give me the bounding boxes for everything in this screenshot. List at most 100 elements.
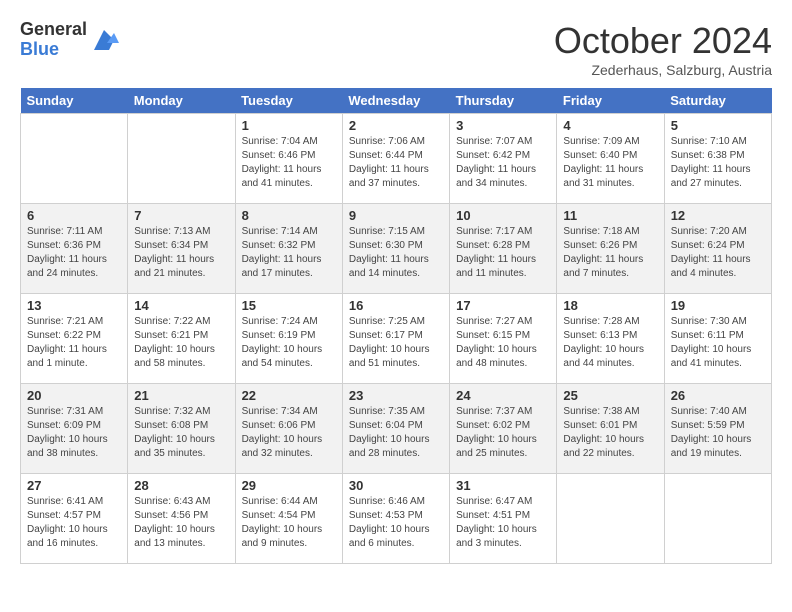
calendar-cell: 9 Sunrise: 7:15 AMSunset: 6:30 PMDaylight…	[342, 204, 449, 294]
calendar-cell	[128, 114, 235, 204]
day-info: Sunrise: 7:40 AMSunset: 5:59 PMDaylight:…	[671, 405, 765, 461]
day-info: Sunrise: 7:31 AMSunset: 6:09 PMDaylight:…	[27, 405, 121, 461]
day-number: 27	[27, 478, 121, 493]
day-info: Sunrise: 7:09 AMSunset: 6:40 PMDaylight:…	[563, 135, 657, 191]
day-number: 3	[456, 118, 550, 133]
day-number: 24	[456, 388, 550, 403]
day-number: 28	[134, 478, 228, 493]
location: Zederhaus, Salzburg, Austria	[554, 62, 772, 78]
calendar-cell: 12 Sunrise: 7:20 AMSunset: 6:24 PMDayligh…	[664, 204, 771, 294]
calendar-header-row: SundayMondayTuesdayWednesdayThursdayFrid…	[21, 88, 772, 114]
calendar-week-5: 27 Sunrise: 6:41 AMSunset: 4:57 PMDayligh…	[21, 474, 772, 564]
calendar-cell: 7 Sunrise: 7:13 AMSunset: 6:34 PMDaylight…	[128, 204, 235, 294]
day-info: Sunrise: 7:25 AMSunset: 6:17 PMDaylight:…	[349, 315, 443, 371]
day-info: Sunrise: 7:37 AMSunset: 6:02 PMDaylight:…	[456, 405, 550, 461]
day-number: 2	[349, 118, 443, 133]
calendar-cell	[664, 474, 771, 564]
day-info: Sunrise: 6:41 AMSunset: 4:57 PMDaylight:…	[27, 495, 121, 551]
title-area: October 2024 Zederhaus, Salzburg, Austri…	[554, 20, 772, 78]
day-info: Sunrise: 7:22 AMSunset: 6:21 PMDaylight:…	[134, 315, 228, 371]
calendar-cell: 13 Sunrise: 7:21 AMSunset: 6:22 PMDayligh…	[21, 294, 128, 384]
day-number: 8	[242, 208, 336, 223]
calendar-cell: 10 Sunrise: 7:17 AMSunset: 6:28 PMDayligh…	[450, 204, 557, 294]
calendar-cell: 2 Sunrise: 7:06 AMSunset: 6:44 PMDaylight…	[342, 114, 449, 204]
day-number: 11	[563, 208, 657, 223]
day-header-tuesday: Tuesday	[235, 88, 342, 114]
day-info: Sunrise: 7:07 AMSunset: 6:42 PMDaylight:…	[456, 135, 550, 191]
calendar-cell: 4Sunrise: 7:09 AMSunset: 6:40 PMDaylight…	[557, 114, 664, 204]
day-info: Sunrise: 6:43 AMSunset: 4:56 PMDaylight:…	[134, 495, 228, 551]
calendar-cell: 16 Sunrise: 7:25 AMSunset: 6:17 PMDayligh…	[342, 294, 449, 384]
day-number: 16	[349, 298, 443, 313]
calendar-cell: 15Sunrise: 7:24 AMSunset: 6:19 PMDayligh…	[235, 294, 342, 384]
day-number: 13	[27, 298, 121, 313]
day-info: Sunrise: 7:04 AMSunset: 6:46 PMDaylight:…	[242, 135, 336, 191]
calendar-cell: 22 Sunrise: 7:34 AMSunset: 6:06 PMDayligh…	[235, 384, 342, 474]
day-info: Sunrise: 7:11 AMSunset: 6:36 PMDaylight:…	[27, 225, 121, 281]
logo: General Blue	[20, 20, 119, 60]
day-info: Sunrise: 7:32 AMSunset: 6:08 PMDaylight:…	[134, 405, 228, 461]
day-number: 17	[456, 298, 550, 313]
day-info: Sunrise: 7:21 AMSunset: 6:22 PMDaylight:…	[27, 315, 121, 371]
day-number: 29	[242, 478, 336, 493]
day-info: Sunrise: 7:34 AMSunset: 6:06 PMDaylight:…	[242, 405, 336, 461]
day-number: 1	[242, 118, 336, 133]
logo-general: General	[20, 20, 87, 40]
month-title: October 2024	[554, 20, 772, 62]
day-number: 23	[349, 388, 443, 403]
day-info: Sunrise: 7:28 AMSunset: 6:13 PMDaylight:…	[563, 315, 657, 371]
calendar-cell: 11 Sunrise: 7:18 AMSunset: 6:26 PMDayligh…	[557, 204, 664, 294]
day-info: Sunrise: 7:17 AMSunset: 6:28 PMDaylight:…	[456, 225, 550, 281]
day-info: Sunrise: 6:46 AMSunset: 4:53 PMDaylight:…	[349, 495, 443, 551]
day-info: Sunrise: 7:06 AMSunset: 6:44 PMDaylight:…	[349, 135, 443, 191]
calendar-table: SundayMondayTuesdayWednesdayThursdayFrid…	[20, 88, 772, 564]
calendar-cell	[557, 474, 664, 564]
day-info: Sunrise: 7:18 AMSunset: 6:26 PMDaylight:…	[563, 225, 657, 281]
calendar-week-2: 6 Sunrise: 7:11 AMSunset: 6:36 PMDaylight…	[21, 204, 772, 294]
calendar-cell: 23 Sunrise: 7:35 AMSunset: 6:04 PMDayligh…	[342, 384, 449, 474]
page-header: General Blue October 2024 Zederhaus, Sal…	[20, 20, 772, 78]
calendar-cell: 25Sunrise: 7:38 AMSunset: 6:01 PMDayligh…	[557, 384, 664, 474]
calendar-cell: 3 Sunrise: 7:07 AMSunset: 6:42 PMDaylight…	[450, 114, 557, 204]
calendar-cell: 8 Sunrise: 7:14 AMSunset: 6:32 PMDaylight…	[235, 204, 342, 294]
day-info: Sunrise: 7:27 AMSunset: 6:15 PMDaylight:…	[456, 315, 550, 371]
day-number: 14	[134, 298, 228, 313]
logo-text: General Blue	[20, 20, 87, 60]
calendar-cell: 21Sunrise: 7:32 AMSunset: 6:08 PMDayligh…	[128, 384, 235, 474]
day-header-sunday: Sunday	[21, 88, 128, 114]
day-info: Sunrise: 7:15 AMSunset: 6:30 PMDaylight:…	[349, 225, 443, 281]
day-info: Sunrise: 7:35 AMSunset: 6:04 PMDaylight:…	[349, 405, 443, 461]
day-number: 30	[349, 478, 443, 493]
day-number: 31	[456, 478, 550, 493]
calendar-cell: 5Sunrise: 7:10 AMSunset: 6:38 PMDaylight…	[664, 114, 771, 204]
calendar-cell: 26Sunrise: 7:40 AMSunset: 5:59 PMDayligh…	[664, 384, 771, 474]
calendar-cell: 20Sunrise: 7:31 AMSunset: 6:09 PMDayligh…	[21, 384, 128, 474]
day-info: Sunrise: 7:14 AMSunset: 6:32 PMDaylight:…	[242, 225, 336, 281]
day-info: Sunrise: 7:13 AMSunset: 6:34 PMDaylight:…	[134, 225, 228, 281]
calendar-week-1: 1 Sunrise: 7:04 AMSunset: 6:46 PMDaylight…	[21, 114, 772, 204]
calendar-cell: 14 Sunrise: 7:22 AMSunset: 6:21 PMDayligh…	[128, 294, 235, 384]
calendar-cell: 1 Sunrise: 7:04 AMSunset: 6:46 PMDaylight…	[235, 114, 342, 204]
day-number: 9	[349, 208, 443, 223]
calendar-cell: 29 Sunrise: 6:44 AMSunset: 4:54 PMDayligh…	[235, 474, 342, 564]
day-info: Sunrise: 7:30 AMSunset: 6:11 PMDaylight:…	[671, 315, 765, 371]
day-info: Sunrise: 7:20 AMSunset: 6:24 PMDaylight:…	[671, 225, 765, 281]
day-number: 10	[456, 208, 550, 223]
logo-icon	[89, 25, 119, 55]
day-number: 7	[134, 208, 228, 223]
calendar-cell: 6 Sunrise: 7:11 AMSunset: 6:36 PMDaylight…	[21, 204, 128, 294]
day-header-friday: Friday	[557, 88, 664, 114]
day-header-monday: Monday	[128, 88, 235, 114]
calendar-week-4: 20Sunrise: 7:31 AMSunset: 6:09 PMDayligh…	[21, 384, 772, 474]
day-number: 15	[242, 298, 336, 313]
day-number: 5	[671, 118, 765, 133]
day-info: Sunrise: 6:44 AMSunset: 4:54 PMDaylight:…	[242, 495, 336, 551]
day-number: 18	[563, 298, 657, 313]
day-number: 6	[27, 208, 121, 223]
day-number: 12	[671, 208, 765, 223]
calendar-week-3: 13 Sunrise: 7:21 AMSunset: 6:22 PMDayligh…	[21, 294, 772, 384]
day-info: Sunrise: 7:38 AMSunset: 6:01 PMDaylight:…	[563, 405, 657, 461]
calendar-cell: 17 Sunrise: 7:27 AMSunset: 6:15 PMDayligh…	[450, 294, 557, 384]
calendar-cell: 30 Sunrise: 6:46 AMSunset: 4:53 PMDayligh…	[342, 474, 449, 564]
day-number: 22	[242, 388, 336, 403]
